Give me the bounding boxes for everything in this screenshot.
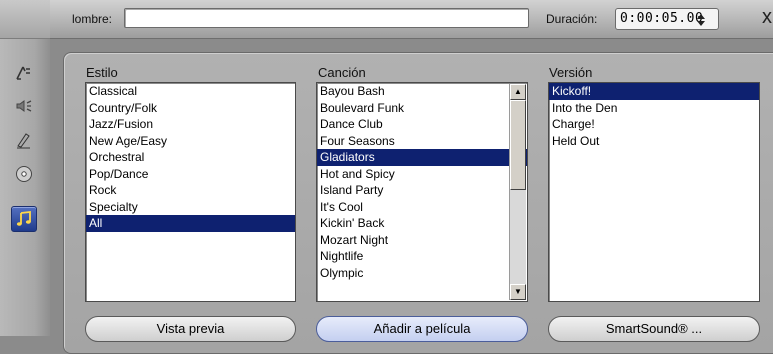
video-edit-icon xyxy=(16,66,30,80)
list-item[interactable]: Hot and Spicy xyxy=(317,166,527,183)
duration-label: Duración: xyxy=(546,12,598,26)
name-label: lombre: xyxy=(72,12,113,26)
title-tool[interactable] xyxy=(11,127,37,153)
toolbar-top-strip xyxy=(0,0,50,39)
list-item[interactable]: Nightlife xyxy=(317,248,527,265)
scroll-down-arrow-icon: ▼ xyxy=(514,287,522,296)
clip-header: lombre: Duración: 0:00:05.00 x xyxy=(50,0,773,39)
scroll-thumb[interactable] xyxy=(510,100,526,190)
scroll-up-arrow-icon: ▲ xyxy=(514,87,522,96)
list-item[interactable]: New Age/Easy xyxy=(86,133,295,150)
music-tool[interactable] xyxy=(11,206,37,232)
close-icon[interactable]: x xyxy=(762,6,772,29)
left-toolbar xyxy=(0,0,50,336)
scroll-up-button[interactable]: ▲ xyxy=(510,84,526,100)
song-list-scrollbar[interactable]: ▲ ▼ xyxy=(509,84,526,300)
audio-tool[interactable] xyxy=(11,93,37,119)
song-list[interactable]: Bayou Bash Boulevard Funk Dance Club Four S… xyxy=(316,82,528,302)
list-item[interactable]: Dance Club xyxy=(317,116,527,133)
list-item[interactable]: Boulevard Funk xyxy=(317,100,527,117)
list-item[interactable]: Specialty xyxy=(86,199,295,216)
list-item[interactable]: Jazz/Fusion xyxy=(86,116,295,133)
audio-speaker-icon xyxy=(16,100,32,112)
smartsound-button[interactable]: SmartSound® ... xyxy=(548,316,760,342)
disc-tool[interactable] xyxy=(11,161,37,187)
list-item[interactable]: Held Out xyxy=(549,133,759,150)
name-field[interactable] xyxy=(124,8,529,28)
pen-icon xyxy=(17,133,30,149)
style-label: Estilo xyxy=(86,65,118,80)
list-item[interactable]: Pop/Dance xyxy=(86,166,295,183)
duration-stepper-icon[interactable] xyxy=(693,12,709,28)
list-item[interactable]: All xyxy=(86,215,295,232)
preview-button[interactable]: Vista previa xyxy=(85,316,296,342)
list-item[interactable]: Classical xyxy=(86,83,295,100)
scroll-down-button[interactable]: ▼ xyxy=(510,284,526,300)
list-item[interactable]: Olympic xyxy=(317,265,527,282)
disc-icon xyxy=(16,166,32,182)
list-item[interactable]: Charge! xyxy=(549,116,759,133)
list-item[interactable]: Rock xyxy=(86,182,295,199)
list-item[interactable]: Four Seasons xyxy=(317,133,527,150)
list-item[interactable]: Island Party xyxy=(317,182,527,199)
list-item[interactable]: Kickin' Back xyxy=(317,215,527,232)
music-note-icon xyxy=(16,210,31,226)
list-item[interactable]: Mozart Night xyxy=(317,232,527,249)
list-item[interactable]: Bayou Bash xyxy=(317,83,527,100)
list-item[interactable]: It's Cool xyxy=(317,199,527,216)
list-item[interactable]: Country/Folk xyxy=(86,100,295,117)
list-item[interactable]: Kickoff! xyxy=(549,83,759,100)
list-item[interactable]: Gladiators xyxy=(317,149,527,166)
list-item[interactable]: Into the Den xyxy=(549,100,759,117)
add-to-movie-button[interactable]: Añadir a película xyxy=(316,316,528,342)
video-edit-tool[interactable] xyxy=(11,60,37,86)
style-list[interactable]: Classical Country/Folk Jazz/Fusion New Age/… xyxy=(85,82,296,302)
version-label: Versión xyxy=(549,65,593,80)
list-item[interactable]: Orchestral xyxy=(86,149,295,166)
song-label: Canción xyxy=(318,65,366,80)
version-list[interactable]: Kickoff! Into the Den Charge! Held Out xyxy=(548,82,760,302)
